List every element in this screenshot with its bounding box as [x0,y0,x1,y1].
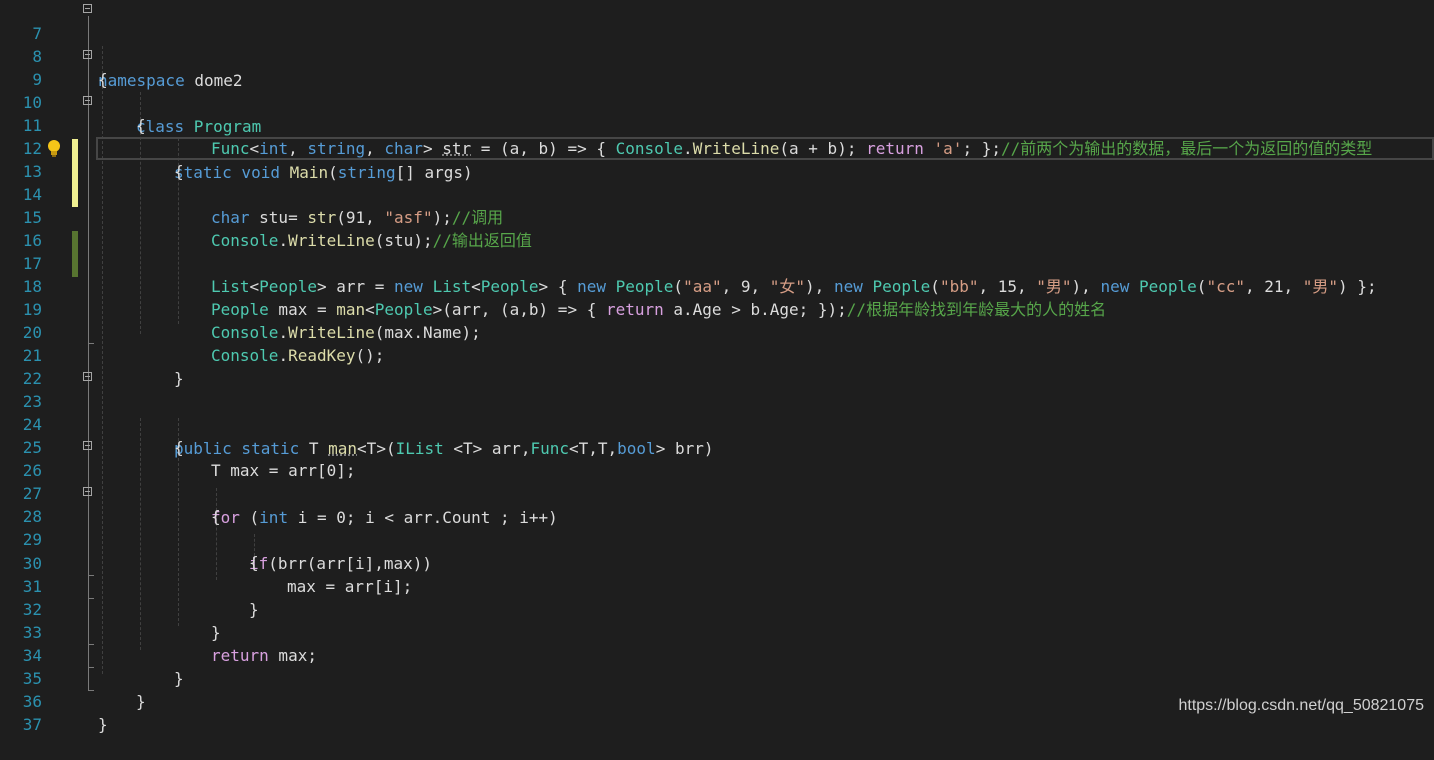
collapse-icon[interactable] [83,4,92,13]
punct: . [683,139,693,158]
collapse-icon[interactable] [83,50,92,59]
code-line: 18 People max = man<People>(arr, (a,b) =… [0,252,1434,319]
code-line: 33 return max; [0,598,1434,665]
punct: = (a, b) => { [471,139,616,158]
code-line: 32 } [0,575,1434,642]
comment: //前两个为输出的数据，最后一个为返回的值的类型 [1000,139,1373,158]
code-line-current[interactable]: Func<int, string, char> str = (a, b) => … [96,137,1434,161]
brace: } [98,715,108,735]
variable: str [442,139,472,158]
code-line: 24 { [0,390,1434,457]
code-line: 22 [0,344,1434,388]
code-line: 8 { [0,22,1434,89]
punct: , [365,139,385,158]
collapse-icon[interactable] [83,372,92,381]
code-line: 9 class Program [0,45,1434,136]
type-name: Func [211,139,250,158]
code-line: 21 } [0,321,1434,388]
punct: < [249,139,260,158]
code-line: 7 namespace dome2 [0,0,1434,90]
code-line: 29 { [0,505,1434,572]
line-gutter: 13 [0,137,96,181]
punct: (a + b); [779,139,867,158]
punct [924,139,934,158]
keyword: string [307,139,366,158]
code-line: 23 public static T man<T>(IList <T> arr,… [0,367,1434,458]
keyword: return [866,139,924,158]
code-line: 19 Console.WriteLine(max.Name); [0,275,1434,342]
code-line: 36 } [0,667,1434,734]
collapse-icon[interactable] [83,96,92,105]
code-line: 34 } [0,621,1434,688]
keyword: char [384,139,423,158]
code-line: 28 if(brr(arr[i],max)) [0,482,1434,573]
code-line: 14 char stu= str(91, "asf");//调用 [0,160,1434,227]
string-literal: 'a' [933,139,963,158]
code-line: 30 max = arr[i]; [0,529,1434,596]
punct: , [288,139,308,158]
code-line: 20 Console.ReadKey(); [0,298,1434,365]
code-line: 17 List<People> arr = new List<People> {… [0,229,1434,296]
code-editor[interactable]: 7 namespace dome2 8 { 9 class Program 10… [0,0,1434,734]
code-line: 25 T max = arr[0]; [0,413,1434,480]
punct: > [422,139,443,158]
code-line: 31 } [0,552,1434,619]
code-line: 12 { [0,114,1434,181]
keyword: int [259,139,289,158]
watermark: https://blog.csdn.net/qq_50821075 [1178,697,1424,714]
code-line: 11 static void Main(string[] args) [0,91,1434,182]
collapse-icon[interactable] [83,441,92,450]
code-line: 27 { [0,459,1434,526]
punct: ; }; [962,139,1001,158]
lightbulb-icon[interactable] [46,139,62,157]
code-line: 10 { [0,68,1434,135]
method-name: WriteLine [692,139,780,158]
code-line: 35 } [0,644,1434,711]
code-line: 26 for (int i = 0; i < arr.Count ; i++) [0,436,1434,527]
code-line: 16 [0,206,1434,250]
collapse-icon[interactable] [83,487,92,496]
code-line: 15 Console.WriteLine(stu);//输出返回值 [0,183,1434,250]
type-name: Console [615,139,684,158]
